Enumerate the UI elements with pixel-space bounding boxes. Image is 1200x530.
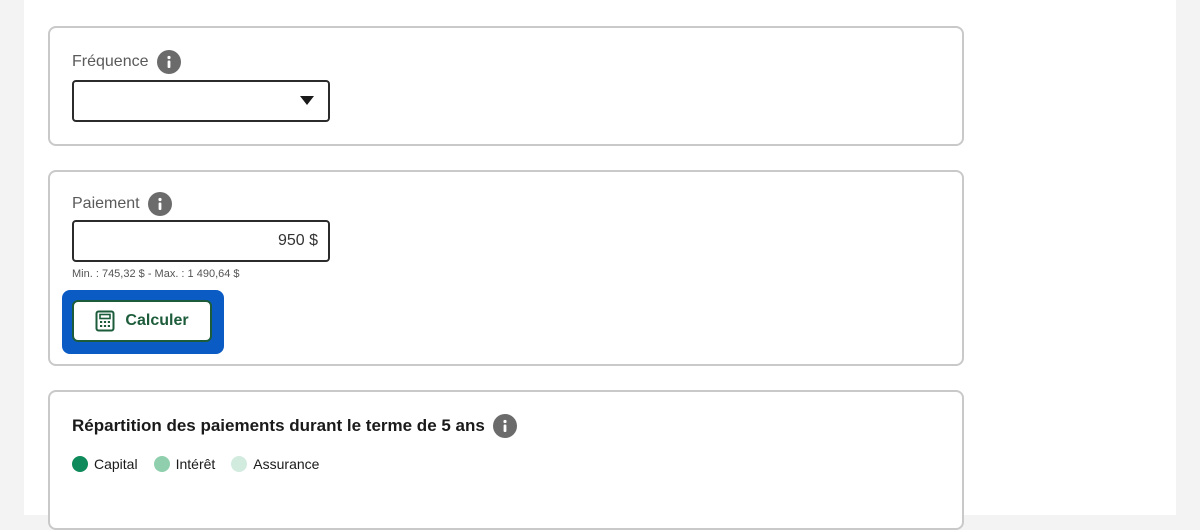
legend-dot-icon	[231, 456, 248, 472]
page: Fréquence Paiement 950 $ Min.: 745,32 $…	[24, 0, 1176, 530]
payment-breakdown-card: Répartition des paiements durant le term…	[48, 390, 964, 530]
info-icon[interactable]	[147, 192, 172, 216]
calculate-button[interactable]: Calculer	[72, 300, 212, 342]
payment-label-row: Paiement	[72, 192, 172, 216]
legend-dot-icon	[153, 456, 170, 472]
legend-item-interest: Intérêt	[153, 456, 216, 472]
frequency-card: Fréquence	[48, 26, 964, 146]
frequency-label: Fréquence	[72, 53, 149, 70]
breakdown-title: Répartition des paiements durant le term…	[72, 416, 485, 435]
breakdown-title-row: Répartition des paiements durant le term…	[72, 414, 517, 438]
calculator-icon	[95, 310, 115, 332]
legend-dot-icon	[72, 456, 88, 472]
payment-range-hint: Min. : 745,32 $ - Max. : 1 490,64 $	[72, 268, 240, 280]
payment-label: Paiement	[72, 195, 140, 212]
calculate-label: Calculer	[125, 312, 189, 329]
dropdown-arrow-icon	[300, 96, 314, 105]
legend-label: Intérêt	[175, 456, 216, 472]
info-icon[interactable]	[156, 50, 181, 74]
payment-input[interactable]: 950 $	[72, 220, 330, 262]
legend-label: Capital	[94, 456, 138, 472]
breakdown-legend: Capital Intérêt Assurance	[72, 456, 335, 472]
payment-value: 950 $	[277, 232, 318, 249]
frequency-select[interactable]	[72, 80, 330, 122]
payment-card: Paiement 950 $ Min. : 745,32 $ - Max. : …	[48, 170, 964, 366]
info-icon[interactable]	[492, 414, 517, 438]
frequency-label-row: Fréquence	[72, 50, 181, 74]
legend-item-capital: Capital	[72, 456, 138, 472]
legend-label: Assurance	[253, 456, 320, 472]
legend-item-insurance: Assurance	[231, 456, 319, 472]
